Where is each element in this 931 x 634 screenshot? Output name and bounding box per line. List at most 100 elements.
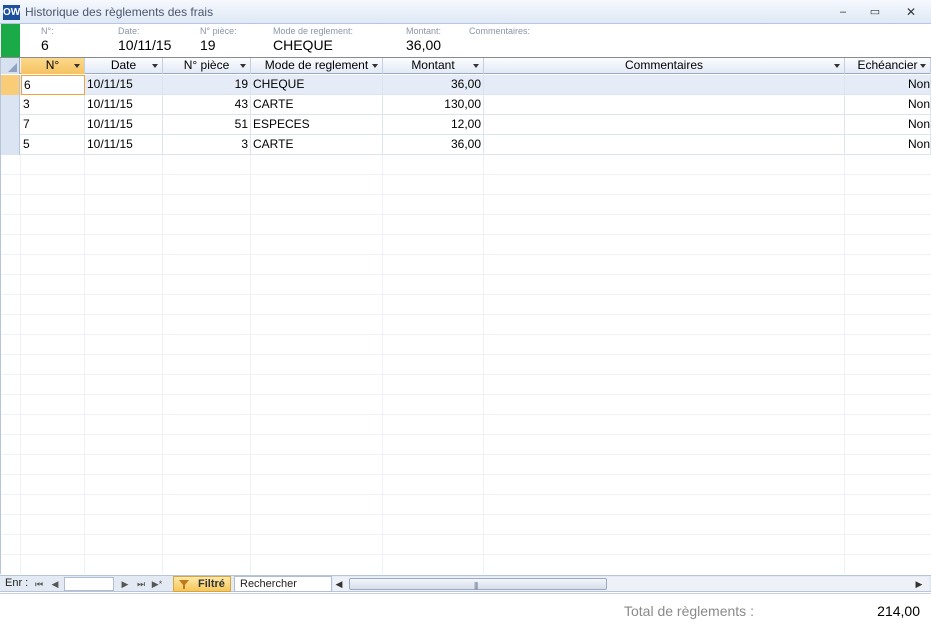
grid-divider — [20, 155, 21, 574]
dropdown-arrow-icon[interactable] — [834, 64, 840, 68]
cell-montant[interactable]: 12,00 — [383, 115, 484, 135]
dropdown-arrow-icon[interactable] — [920, 64, 926, 68]
filter-funnel-stem — [183, 585, 185, 589]
record-label: Enr : — [5, 577, 29, 589]
first-record-icon[interactable]: ⏮ — [33, 578, 45, 590]
cell-date[interactable]: 10/11/15 — [85, 95, 163, 115]
column-header-montant[interactable]: Montant — [383, 58, 484, 74]
record-selector-bar — [1, 24, 20, 57]
cell-num[interactable]: 5 — [21, 135, 85, 155]
scroll-left-icon[interactable]: ◀ — [333, 577, 345, 591]
dropdown-arrow-icon[interactable] — [372, 64, 378, 68]
total-value: 214,00 — [877, 603, 920, 619]
grid-divider — [84, 155, 85, 574]
search-input[interactable]: Rechercher — [234, 576, 332, 592]
cell-piece[interactable]: 51 — [163, 115, 251, 135]
column-header-label: N° — [45, 58, 60, 72]
cell-num[interactable]: 6 — [21, 75, 85, 95]
previous-record-icon[interactable]: ◀ — [49, 578, 61, 590]
form-footer: Total de règlements : 214,00 — [0, 593, 931, 634]
column-header-row: N° Date N° pièce Mode de reglement Monta… — [1, 58, 931, 74]
column-header-label: Commentaires — [624, 58, 704, 72]
dropdown-arrow-icon[interactable] — [152, 64, 158, 68]
cell-piece[interactable]: 43 — [163, 95, 251, 115]
record-number-input[interactable] — [64, 577, 114, 591]
form-header: N°: 6 Date: 10/11/15 N° pièce: 19 Mode d… — [0, 24, 931, 58]
table-row[interactable]: 5 10/11/15 3 CARTE 36,00 Non — [1, 135, 931, 155]
montant-label: Montant: — [406, 26, 442, 36]
date-label: Date: — [118, 26, 140, 36]
select-all-button[interactable] — [1, 58, 20, 74]
cell-num[interactable]: 3 — [21, 95, 85, 115]
cell-mode[interactable]: CARTE — [251, 135, 383, 155]
cell-num[interactable]: 7 — [21, 115, 85, 135]
mode-label: Mode de reglement: — [273, 26, 354, 36]
table-row[interactable]: 6 10/11/15 19 CHEQUE 36,00 Non — [1, 75, 931, 95]
cell-echeancier[interactable]: Non — [845, 135, 931, 155]
datasheet: N° Date N° pièce Mode de reglement Monta… — [0, 58, 931, 574]
total-label: Total de règlements : — [624, 603, 754, 619]
column-header-date[interactable]: Date — [85, 58, 163, 74]
grid-divider — [483, 155, 484, 574]
cell-montant[interactable]: 130,00 — [383, 95, 484, 115]
grid-divider — [162, 155, 163, 574]
cell-echeancier[interactable]: Non — [845, 95, 931, 115]
maximize-button[interactable]: ▭ — [862, 3, 888, 21]
cell-echeancier[interactable]: Non — [845, 75, 931, 95]
num-label: N°: — [41, 26, 54, 36]
cell-commentaires[interactable] — [484, 135, 845, 155]
horizontal-scrollbar[interactable]: ◀ ||| ▶ — [333, 577, 929, 591]
column-header-label: Mode de reglement — [264, 58, 369, 72]
cell-mode[interactable]: CHEQUE — [251, 75, 383, 95]
new-record-icon[interactable]: ▶* — [151, 578, 163, 590]
cell-commentaires[interactable] — [484, 95, 845, 115]
table-row[interactable]: 7 10/11/15 51 ESPECES 12,00 Non — [1, 115, 931, 135]
column-header-mode[interactable]: Mode de reglement — [251, 58, 383, 74]
column-header-label: Date — [110, 58, 137, 72]
column-header-label: Echéancier — [857, 58, 918, 72]
table-row[interactable]: 3 10/11/15 43 CARTE 130,00 Non — [1, 95, 931, 115]
cell-date[interactable]: 10/11/15 — [85, 75, 163, 95]
cell-echeancier[interactable]: Non — [845, 115, 931, 135]
cell-montant[interactable]: 36,00 — [383, 75, 484, 95]
next-record-icon[interactable]: ▶ — [119, 578, 131, 590]
empty-grid-area — [1, 155, 931, 574]
piece-label: N° pièce: — [200, 26, 237, 36]
cell-date[interactable]: 10/11/15 — [85, 115, 163, 135]
record-navigation-bar: Enr : ⏮ ◀ ▶ ⏭ ▶* Filtré Rechercher ◀ |||… — [0, 575, 931, 592]
grid-divider — [844, 155, 845, 574]
column-header-num[interactable]: N° — [21, 58, 85, 74]
column-header-echeancier[interactable]: Echéancier — [845, 58, 931, 74]
column-header-label: Montant — [411, 58, 455, 72]
scroll-right-icon[interactable]: ▶ — [913, 577, 925, 591]
cell-commentaires[interactable] — [484, 75, 845, 95]
dropdown-arrow-icon[interactable] — [473, 64, 479, 68]
filter-toggle-button[interactable]: Filtré — [173, 576, 231, 592]
row-selector[interactable] — [1, 95, 20, 115]
cell-date[interactable]: 10/11/15 — [85, 135, 163, 155]
num-value: 6 — [41, 37, 49, 53]
dropdown-arrow-icon[interactable] — [74, 64, 80, 68]
cell-piece[interactable]: 19 — [163, 75, 251, 95]
cell-mode[interactable]: ESPECES — [251, 115, 383, 135]
last-record-icon[interactable]: ⏭ — [135, 578, 147, 590]
close-button[interactable]: ✕ — [898, 3, 924, 21]
row-selector[interactable] — [1, 135, 20, 155]
column-header-piece[interactable]: N° pièce — [163, 58, 251, 74]
cell-mode[interactable]: CARTE — [251, 95, 383, 115]
scroll-thumb[interactable]: ||| — [349, 578, 607, 590]
minimize-button[interactable]: – — [830, 3, 856, 21]
row-selector[interactable] — [1, 115, 20, 135]
piece-value: 19 — [200, 37, 216, 53]
comment-label: Commentaires: — [469, 26, 531, 36]
cell-commentaires[interactable] — [484, 115, 845, 135]
window-title: Historique des règlements des frais — [25, 5, 214, 19]
app-logo-icon: OW — [3, 5, 21, 20]
cell-montant[interactable]: 36,00 — [383, 135, 484, 155]
dropdown-arrow-icon[interactable] — [240, 64, 246, 68]
cell-piece[interactable]: 3 — [163, 135, 251, 155]
grip-icon: ||| — [474, 581, 478, 590]
row-selector[interactable] — [1, 75, 20, 95]
date-value: 10/11/15 — [118, 37, 172, 53]
column-header-commentaires[interactable]: Commentaires — [484, 58, 845, 74]
